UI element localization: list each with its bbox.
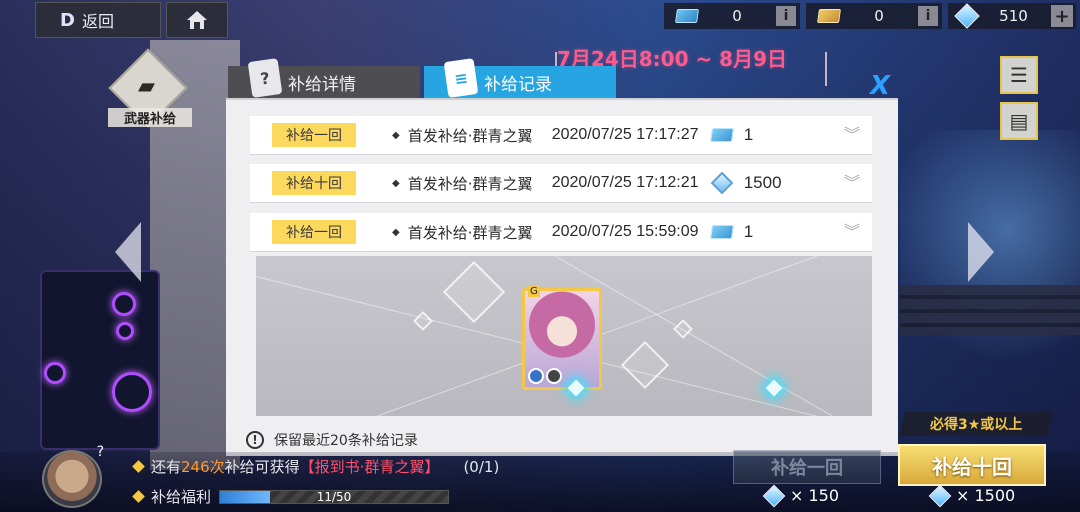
tab-supply-details[interactable]: ? 补给详情 xyxy=(228,58,420,98)
record-source: 首发补给·群青之翼 xyxy=(407,223,533,242)
cost-one: × 150 xyxy=(762,484,840,507)
record-amount: 1500 xyxy=(743,173,782,192)
resource-crystal: 510 + xyxy=(948,3,1076,29)
guarantee-banner: 必得3★或以上 xyxy=(899,412,1053,436)
weapon-supply-label: 武器补给 xyxy=(108,108,192,127)
record-detail-reveal: G xyxy=(256,256,872,416)
stage-icon: ▤ xyxy=(1009,109,1029,133)
remaining-prefix: 还有 xyxy=(151,458,182,476)
expand-chevron-icon[interactable]: ︾ xyxy=(844,127,860,143)
resource-value: 0 xyxy=(732,7,742,25)
ticket-icon xyxy=(709,125,734,145)
crystal-icon xyxy=(762,484,786,507)
welfare-info: 补给福利 11/50 xyxy=(132,486,450,507)
welfare-progress-text: 11/50 xyxy=(316,489,352,504)
records-notice: ! 保留最近20条补给记录 xyxy=(246,430,418,450)
bullet-icon xyxy=(132,490,145,503)
back-label: 返回 xyxy=(81,12,114,31)
character-card[interactable]: G xyxy=(522,286,602,390)
back-button[interactable]: D 返回 xyxy=(35,2,161,38)
decor-diamond xyxy=(673,319,693,339)
remaining-mid: 补给可获得 xyxy=(224,458,300,476)
add-crystal-button[interactable]: + xyxy=(1051,5,1073,27)
resource-value: 0 xyxy=(874,7,884,25)
collapse-chevron-icon[interactable]: ︾ xyxy=(844,224,860,240)
back-logo-icon: D xyxy=(60,9,75,31)
remaining-supply-info: 还有246次补给可获得【报到书·群青之翼】 (0/1) xyxy=(132,456,500,477)
clipboard-list-icon: ≡ xyxy=(443,58,479,98)
decor-diamond xyxy=(413,311,433,331)
list-icon: ☰ xyxy=(1010,63,1028,87)
resource-gold-ticket: 0 i xyxy=(806,3,942,29)
exclamation-icon: ! xyxy=(246,431,264,449)
bullet-icon xyxy=(132,460,145,473)
record-time: 2020/07/25 17:17:27 xyxy=(551,126,699,143)
decor-diamond xyxy=(620,340,670,390)
record-row[interactable]: 补给一回 ◆ 首发补给·群青之翼 2020/07/25 15:59:09 1 ︾ xyxy=(250,213,872,251)
blue-ticket-icon xyxy=(675,9,699,23)
prev-arrow-icon[interactable] xyxy=(115,222,141,282)
gold-ticket-icon xyxy=(817,9,841,23)
resource-blue-ticket: 0 i xyxy=(664,3,800,29)
weapon-supply-badge[interactable]: ▰ 武器补给 xyxy=(108,48,192,130)
cost-ten-value: × 1500 xyxy=(956,486,1016,505)
record-type-badge: 补给一回 xyxy=(272,123,356,147)
record-source: 首发补给·群青之翼 xyxy=(407,126,533,145)
record-type-badge: 补给十回 xyxy=(272,171,356,195)
supply-one-button[interactable]: 补给一回 xyxy=(733,450,881,484)
remaining-count: 246次 xyxy=(181,458,225,476)
remaining-progress: (0/1) xyxy=(463,457,500,476)
cost-one-value: × 150 xyxy=(790,486,840,505)
guarantee-text: 必得3★或以上 xyxy=(929,417,1023,433)
info-button[interactable]: i xyxy=(776,6,796,26)
gun-icon: ▰ xyxy=(138,74,155,99)
clipboard-question-icon: ? xyxy=(247,58,283,98)
tab-supply-records[interactable]: ≡ 补给记录 xyxy=(424,58,616,98)
background-bench xyxy=(900,285,1080,335)
bullet-icon: ◆ xyxy=(392,129,400,141)
home-icon xyxy=(187,11,207,29)
remaining-item: 【报到书·群青之翼】 xyxy=(299,458,440,476)
record-amount: 1 xyxy=(743,222,754,241)
record-source: 首发补给·群青之翼 xyxy=(407,174,533,193)
bullet-icon: ◆ xyxy=(392,177,400,189)
info-button[interactable]: i xyxy=(918,6,938,26)
crystal-icon xyxy=(928,484,952,507)
ticket-icon xyxy=(709,222,734,242)
bullet-icon: ◆ xyxy=(392,226,400,238)
record-type-badge: 补给一回 xyxy=(272,220,356,244)
close-button[interactable]: X xyxy=(866,71,894,101)
home-button[interactable] xyxy=(166,2,228,38)
notice-text: 保留最近20条补给记录 xyxy=(274,433,418,449)
background-speaker xyxy=(40,270,160,450)
record-row[interactable]: 补给一回 ◆ 首发补给·群青之翼 2020/07/25 17:17:27 1 ︾ xyxy=(250,116,872,154)
expand-chevron-icon[interactable]: ︾ xyxy=(844,175,860,191)
sparkle-icon xyxy=(765,379,783,397)
tab-label: 补给详情 xyxy=(288,74,356,95)
help-icon: ? xyxy=(96,444,104,460)
welfare-label: 补给福利 xyxy=(151,488,212,506)
crystal-icon xyxy=(710,171,734,195)
records-panel: 补给一回 ◆ 首发补给·群青之翼 2020/07/25 17:17:27 1 ︾… xyxy=(226,98,898,456)
record-amount: 1 xyxy=(743,125,754,144)
supply-ten-button[interactable]: 补给十回 xyxy=(898,444,1046,486)
record-time: 2020/07/25 15:59:09 xyxy=(551,223,699,240)
stage-button[interactable]: ▤ xyxy=(1000,102,1038,140)
mascot-avatar[interactable]: ? xyxy=(42,444,104,508)
welfare-progress-bar: 11/50 xyxy=(219,489,450,504)
class-icon xyxy=(546,368,562,384)
menu-list-button[interactable]: ☰ xyxy=(1000,56,1038,94)
card-tag: G xyxy=(528,286,540,297)
tab-label: 补给记录 xyxy=(484,74,552,95)
decor-diamond xyxy=(442,260,506,324)
element-icon xyxy=(528,368,544,384)
next-arrow-icon[interactable] xyxy=(968,222,994,282)
cost-ten: × 1500 xyxy=(928,484,1016,507)
record-row[interactable]: 补给十回 ◆ 首发补给·群青之翼 2020/07/25 17:12:21 150… xyxy=(250,164,872,202)
record-time: 2020/07/25 17:12:21 xyxy=(551,174,699,191)
resource-value: 510 xyxy=(999,7,1028,25)
